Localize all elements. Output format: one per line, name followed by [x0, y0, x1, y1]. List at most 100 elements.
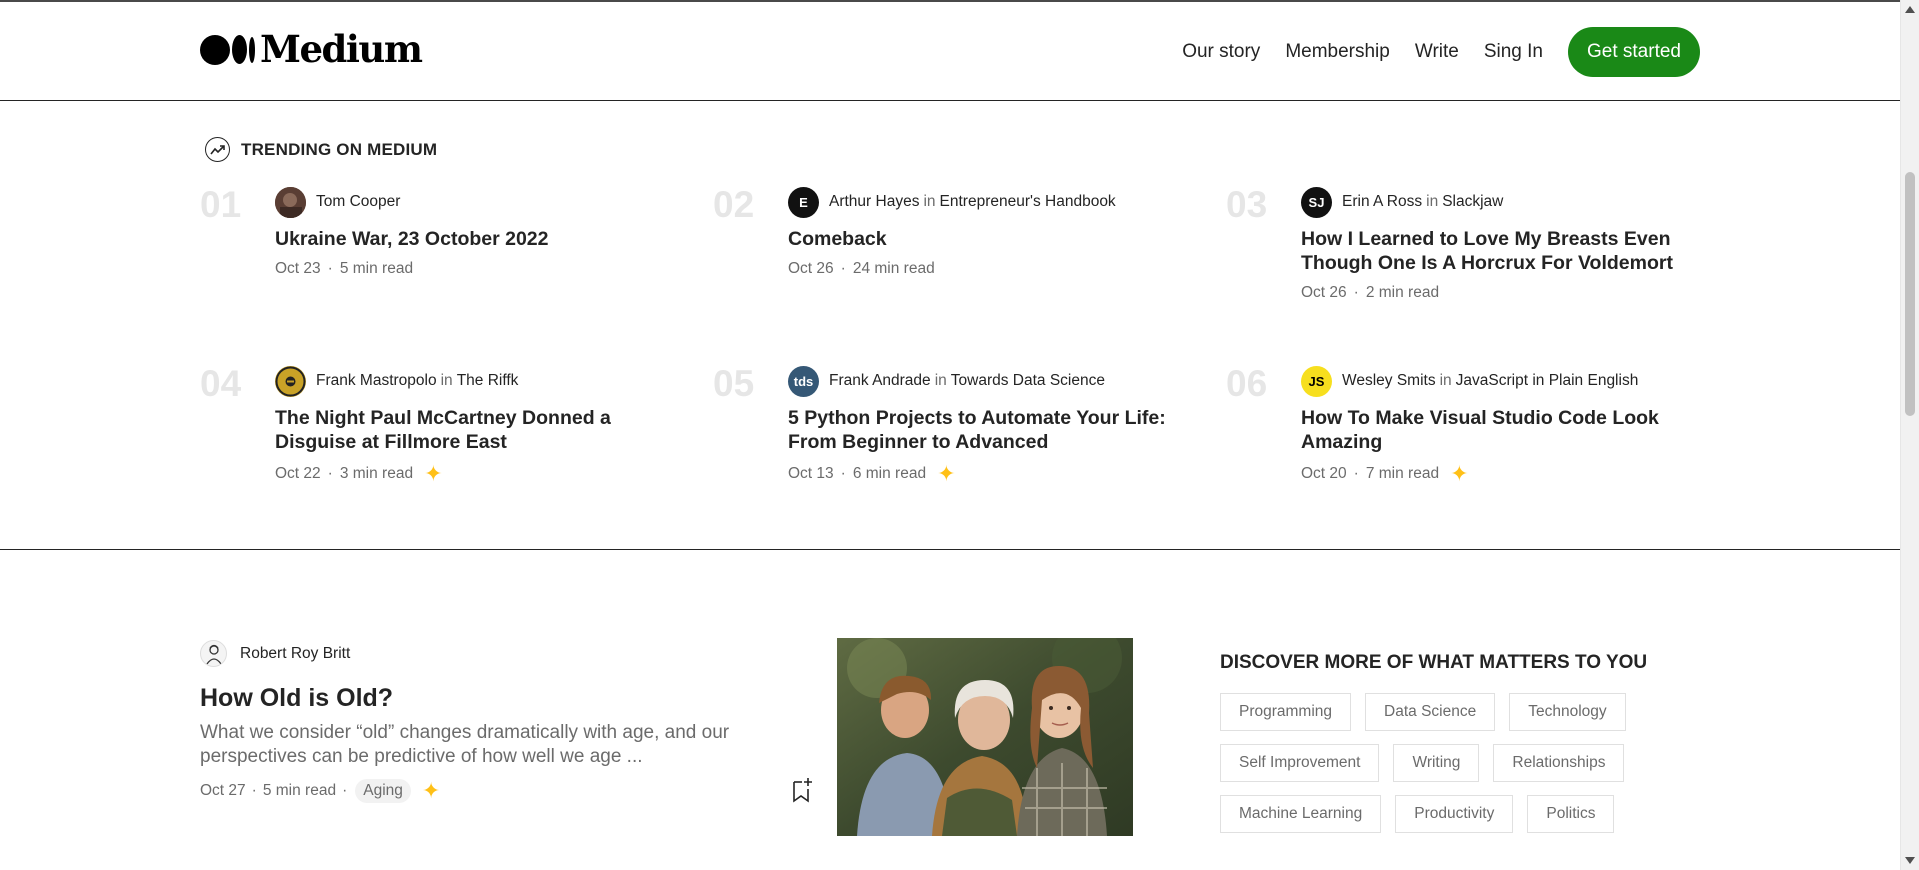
logo-wordmark: Medium: [260, 27, 423, 71]
topic-chip[interactable]: Relationships: [1493, 744, 1625, 782]
meta-separator: ·: [1353, 284, 1359, 301]
trending-meta: Oct 26 · 2 min read: [1301, 284, 1711, 302]
trending-read-time: 5 min read: [339, 260, 414, 277]
trending-item-body[interactable]: Frank Mastropolo in The Riffk The Night Pau…: [275, 365, 685, 485]
trending-rank: 01: [200, 184, 242, 225]
trending-read-time: 3 min read: [339, 465, 414, 482]
star-icon: ✦: [424, 461, 443, 486]
topic-chip[interactable]: Politics: [1527, 795, 1615, 833]
author-avatar[interactable]: JS: [1301, 365, 1332, 397]
author-avatar[interactable]: SJ: [1301, 186, 1332, 218]
trending-publication[interactable]: JavaScript in Plain English: [1456, 372, 1639, 390]
trending-title[interactable]: How I Learned to Love My Breasts Even Th…: [1301, 227, 1711, 275]
trending-date: Oct 13: [788, 465, 834, 482]
in-label: in: [1439, 372, 1452, 389]
trending-author-row[interactable]: JS Wesley Smits in JavaScript in Plain Engl…: [1301, 365, 1711, 397]
topic-chip[interactable]: Programming: [1220, 693, 1352, 731]
trending-meta: Oct 13 · 6 min read ✦: [788, 463, 1198, 485]
trending-publication[interactable]: Entrepreneur's Handbook: [940, 193, 1116, 211]
trending-item-body[interactable]: E Arthur Hayes in Entrepreneur's Handbook Co…: [788, 186, 1198, 278]
author-avatar[interactable]: [275, 186, 306, 218]
scrollbar-thumb[interactable]: [1905, 172, 1915, 416]
article-read-time: 5 min read: [262, 782, 337, 799]
meta-separator: ·: [840, 465, 846, 482]
trending-rank: 04: [200, 363, 242, 404]
trending-item-body[interactable]: Tom Cooper Ukraine War, 23 October 2022 Oc…: [275, 186, 685, 278]
nav-our-story[interactable]: Our story: [1182, 41, 1260, 63]
trending-author-row[interactable]: Frank Mastropolo in The Riffk: [275, 365, 685, 397]
trending-read-time: 7 min read: [1365, 465, 1440, 482]
trending-item-body[interactable]: SJ Erin A Ross in Slackjaw How I Learned to …: [1301, 186, 1711, 302]
topic-chip[interactable]: Machine Learning: [1220, 795, 1382, 833]
article-snippet[interactable]: What we consider “old” changes dramatica…: [200, 721, 780, 769]
trending-author-name[interactable]: Erin A Ross: [1342, 193, 1422, 211]
top-nav: Our story Membership Write Sing In Get s…: [1182, 27, 1700, 77]
topic-chip[interactable]: Technology: [1509, 693, 1626, 731]
trending-author-row[interactable]: SJ Erin A Ross in Slackjaw: [1301, 186, 1711, 218]
trending-author-row[interactable]: Tom Cooper: [275, 186, 685, 218]
trending-read-time: 6 min read: [852, 465, 927, 482]
article-date: Oct 27: [200, 782, 246, 799]
trending-author-name[interactable]: Frank Andrade: [829, 372, 931, 390]
discover-heading: DISCOVER MORE OF WHAT MATTERS TO YOU: [1220, 652, 1648, 673]
section-divider: [0, 549, 1900, 550]
meta-separator: ·: [327, 465, 333, 482]
trending-date: Oct 20: [1301, 465, 1347, 482]
meta-separator: ·: [840, 260, 846, 277]
trending-title[interactable]: Comeback: [788, 227, 1198, 251]
star-icon: ✦: [1450, 461, 1469, 486]
trending-date: Oct 26: [1301, 284, 1347, 301]
nav-membership[interactable]: Membership: [1285, 41, 1390, 63]
trending-label: TRENDING ON MEDIUM: [241, 139, 438, 159]
meta-separator: ·: [342, 782, 348, 799]
topic-chip[interactable]: Data Science: [1365, 693, 1496, 731]
article-author-name[interactable]: Robert Roy Britt: [240, 645, 350, 663]
in-label: in: [934, 372, 947, 389]
trending-date: Oct 22: [275, 465, 321, 482]
trending-author-name[interactable]: Arthur Hayes: [829, 193, 919, 211]
trending-title[interactable]: 5 Python Projects to Automate Your Life:…: [788, 406, 1198, 454]
trending-publication[interactable]: Slackjaw: [1442, 193, 1503, 211]
author-avatar[interactable]: [275, 365, 306, 397]
topic-chip[interactable]: Productivity: [1395, 795, 1514, 833]
article-thumbnail-image[interactable]: [837, 638, 1133, 836]
meta-separator: ·: [1353, 465, 1359, 482]
nav-sign-in[interactable]: Sing In: [1484, 41, 1543, 63]
trending-publication[interactable]: Towards Data Science: [951, 372, 1105, 390]
topic-list: Programming Data Science Technology Self Im…: [1220, 693, 1660, 846]
get-started-button[interactable]: Get started: [1568, 27, 1700, 77]
bookmark-add-icon[interactable]: [790, 776, 814, 804]
medium-logo[interactable]: Medium: [200, 27, 423, 71]
article-card[interactable]: Robert Roy Britt How Old is Old? What we…: [200, 638, 1135, 836]
nav-write[interactable]: Write: [1415, 41, 1459, 63]
trending-author-name[interactable]: Wesley Smits: [1342, 372, 1436, 390]
scroll-down-arrow-icon[interactable]: [1905, 857, 1915, 864]
trending-author-row[interactable]: E Arthur Hayes in Entrepreneur's Handbook: [788, 186, 1198, 218]
trending-read-time: 24 min read: [852, 260, 935, 277]
trending-author-name[interactable]: Frank Mastropolo: [316, 372, 437, 390]
trending-item-body[interactable]: JS Wesley Smits in JavaScript in Plain Engl…: [1301, 365, 1711, 485]
in-label: in: [1426, 193, 1439, 210]
trending-title[interactable]: How To Make Visual Studio Code Look Amaz…: [1301, 406, 1711, 454]
trending-meta: Oct 22 · 3 min read ✦: [275, 463, 685, 485]
scroll-up-arrow-icon[interactable]: [1905, 6, 1915, 13]
topic-chip[interactable]: Writing: [1393, 744, 1480, 782]
trending-publication[interactable]: The Riffk: [457, 372, 519, 390]
medium-logo-mark-icon: [200, 34, 255, 65]
trending-title[interactable]: Ukraine War, 23 October 2022: [275, 227, 685, 251]
meta-separator: ·: [327, 260, 333, 277]
trending-meta: Oct 23 · 5 min read: [275, 260, 685, 278]
trending-rank: 05: [713, 363, 755, 404]
topic-chip[interactable]: Self Improvement: [1220, 744, 1380, 782]
trending-author-row[interactable]: tds Frank Andrade in Towards Data Science: [788, 365, 1198, 397]
meta-separator: ·: [251, 782, 257, 799]
article-tag[interactable]: Aging: [355, 779, 411, 803]
author-avatar[interactable]: tds: [788, 365, 819, 397]
trending-item-body[interactable]: tds Frank Andrade in Towards Data Science 5 …: [788, 365, 1198, 485]
vertical-scrollbar[interactable]: [1900, 0, 1919, 870]
trending-author-name[interactable]: Tom Cooper: [316, 193, 400, 211]
in-label: in: [440, 372, 453, 389]
author-avatar[interactable]: E: [788, 186, 819, 218]
star-icon: ✦: [421, 778, 441, 803]
trending-title[interactable]: The Night Paul McCartney Donned a Disgui…: [275, 406, 685, 454]
